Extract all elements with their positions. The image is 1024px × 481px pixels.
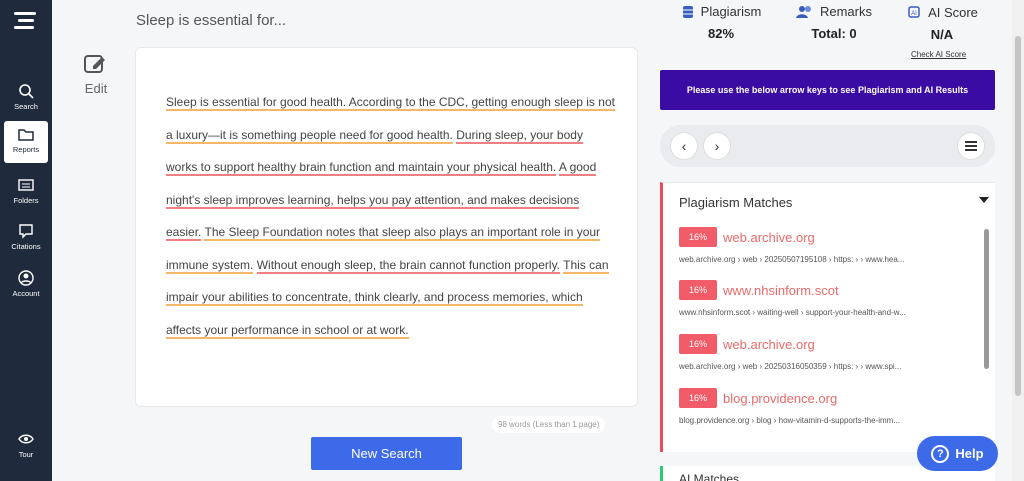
list-icon (18, 179, 34, 191)
page-scrollbar[interactable] (1012, 0, 1024, 481)
match-item[interactable]: 16% blog.providence.org blog.providence.o… (679, 388, 969, 425)
match-domain-link[interactable]: web.archive.org (723, 230, 815, 245)
results-panel: Plagiarism 82% Remarks Total: 0 AI AI Sc… (650, 0, 1012, 481)
remarks-stat: Remarks Total: 0 (794, 4, 874, 41)
sidebar: Search Reports Folders Citations Account… (0, 0, 52, 481)
help-label: Help (955, 446, 984, 461)
folder-icon (18, 129, 34, 141)
sidebar-item-label: Account (12, 289, 40, 298)
match-percent-badge: 16% (679, 280, 717, 300)
page-scroll-thumb[interactable] (1015, 36, 1021, 396)
edit-button[interactable]: Edit (80, 52, 112, 96)
sidebar-item-account[interactable]: Account (4, 265, 48, 307)
hamburger-icon (965, 141, 977, 151)
plagiarism-matches-panel: Plagiarism Matches 16% web.archive.org we… (660, 182, 995, 452)
navigation-bar: ‹ › (660, 125, 995, 167)
eye-icon (18, 434, 34, 444)
match-domain-link[interactable]: web.archive.org (723, 337, 815, 352)
plagiarism-label: Plagiarism (700, 4, 762, 19)
matches-scrollbar[interactable] (984, 229, 989, 369)
search-icon (19, 84, 34, 99)
prev-arrow-button[interactable]: ‹ (670, 132, 698, 160)
match-percent-badge: 16% (679, 227, 717, 247)
chevron-left-icon: ‹ (681, 138, 687, 154)
plagiarism-stat: Plagiarism 82% (678, 4, 764, 41)
sidebar-item-label: Folders (13, 196, 39, 205)
sidebar-item-reports[interactable]: Reports (4, 121, 48, 163)
match-item[interactable]: 16% www.nhsinform.scot www.nhsinform.scot… (679, 280, 969, 317)
document-title: Sleep is essential for... (136, 12, 287, 29)
users-icon (795, 5, 811, 18)
remarks-value: Total: 0 (811, 26, 857, 41)
edit-icon (84, 55, 105, 73)
match-percent-badge: 16% (679, 334, 717, 354)
sidebar-item-label: Tour (18, 450, 34, 459)
new-search-button[interactable]: New Search (311, 437, 462, 470)
question-icon: ? (931, 444, 950, 463)
ai-matches-title: AI Matches (679, 472, 740, 481)
word-count: 98 words (Less than 1 page) (492, 416, 606, 433)
match-item[interactable]: 16% web.archive.org web.archive.org › web… (679, 334, 969, 371)
logo-icon[interactable] (14, 12, 38, 36)
text-card: Sleep is essential for good health. Acco… (135, 47, 638, 407)
sidebar-item-label: Search (14, 102, 38, 111)
caret-down-icon[interactable] (979, 197, 989, 203)
menu-button[interactable] (957, 132, 985, 160)
quote-icon (19, 224, 33, 239)
sidebar-item-label: Reports (12, 145, 40, 154)
sidebar-item-search[interactable]: Search (4, 78, 48, 120)
database-icon (682, 5, 693, 18)
matches-title: Plagiarism Matches (679, 195, 793, 210)
next-arrow-button[interactable]: › (703, 132, 731, 160)
sidebar-item-folders[interactable]: Folders (4, 172, 48, 214)
match-item[interactable]: 16% web.archive.org web.archive.org › web… (679, 227, 969, 264)
chip-icon: AI (908, 6, 920, 18)
check-ai-score-link[interactable]: Check AI Score (911, 50, 966, 59)
match-path: web.archive.org › web › 20250507195108 ›… (679, 255, 905, 264)
user-icon (18, 270, 34, 286)
match-domain-link[interactable]: www.nhsinform.scot (723, 283, 839, 298)
match-path: web.archive.org › web › 20250316050359 ›… (679, 362, 902, 371)
ai-score-stat: AI AI Score N/A (902, 4, 982, 42)
chevron-right-icon: › (714, 138, 720, 154)
match-path: www.nhsinform.scot › waiting-well › supp… (679, 308, 906, 317)
match-percent-badge: 16% (679, 388, 717, 408)
plagiarism-value: 82% (707, 26, 735, 41)
edit-label: Edit (84, 81, 108, 96)
svg-text:AI: AI (911, 11, 917, 17)
info-banner: Please use the below arrow keys to see P… (660, 70, 995, 110)
document-text[interactable]: Sleep is essential for good health. Acco… (166, 86, 616, 346)
match-path: blog.providence.org › blog › how-vitamin… (679, 416, 900, 425)
highlighted-sentence[interactable]: Without enough sleep, the brain cannot f… (256, 257, 561, 274)
match-domain-link[interactable]: blog.providence.org (723, 391, 837, 406)
sidebar-item-citations[interactable]: Citations (4, 218, 48, 260)
sidebar-item-tour[interactable]: Tour (4, 426, 48, 468)
ai-score-value: N/A (930, 27, 954, 42)
help-button[interactable]: ? Help (917, 436, 998, 471)
ai-score-label: AI Score (928, 4, 978, 20)
sidebar-item-label: Citations (11, 242, 41, 251)
remarks-label: Remarks (819, 4, 872, 19)
